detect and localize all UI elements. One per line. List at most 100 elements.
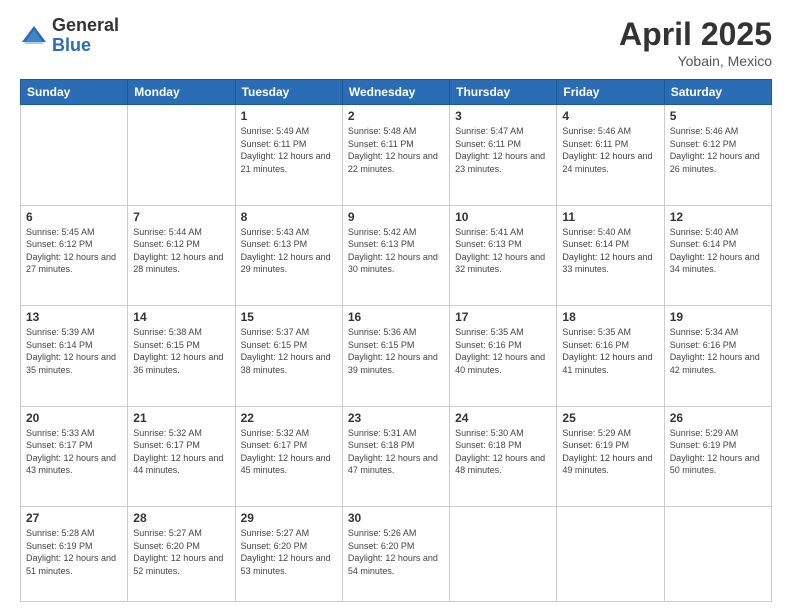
day-info: Sunrise: 5:43 AM Sunset: 6:13 PM Dayligh…	[241, 226, 337, 276]
weekday-header-thursday: Thursday	[450, 80, 557, 105]
day-info: Sunrise: 5:40 AM Sunset: 6:14 PM Dayligh…	[562, 226, 658, 276]
calendar-cell-3-4: 24 Sunrise: 5:30 AM Sunset: 6:18 PM Dayli…	[450, 406, 557, 507]
calendar-cell-3-6: 26 Sunrise: 5:29 AM Sunset: 6:19 PM Dayli…	[664, 406, 771, 507]
day-number: 19	[670, 310, 766, 324]
calendar-cell-1-4: 10Sunrise: 5:41 AM Sunset: 6:13 PM Dayli…	[450, 205, 557, 306]
title-block: April 2025 Yobain, Mexico	[619, 16, 772, 69]
calendar-cell-2-0: 13Sunrise: 5:39 AM Sunset: 6:14 PM Dayli…	[21, 306, 128, 407]
calendar-cell-4-0: 27 Sunrise: 5:28 AM Sunset: 6:19 PM Dayli…	[21, 507, 128, 602]
day-info: Sunrise: 5:48 AM Sunset: 6:11 PM Dayligh…	[348, 125, 444, 175]
day-info: Sunrise: 5:40 AM Sunset: 6:14 PM Dayligh…	[670, 226, 766, 276]
calendar-cell-4-5	[557, 507, 664, 602]
calendar-cell-4-6	[664, 507, 771, 602]
logo: General Blue	[20, 16, 119, 56]
weekday-header-monday: Monday	[128, 80, 235, 105]
day-number: 8	[241, 210, 337, 224]
weekday-header-sunday: Sunday	[21, 80, 128, 105]
calendar-week-2: 13Sunrise: 5:39 AM Sunset: 6:14 PM Dayli…	[21, 306, 772, 407]
logo-blue: Blue	[52, 36, 119, 56]
day-info: Sunrise: 5:32 AM Sunset: 6:17 PM Dayligh…	[241, 427, 337, 477]
day-number: 15	[241, 310, 337, 324]
day-info: Sunrise: 5:42 AM Sunset: 6:13 PM Dayligh…	[348, 226, 444, 276]
day-number: 26	[670, 411, 766, 425]
title-location: Yobain, Mexico	[619, 53, 772, 69]
day-info: Sunrise: 5:36 AM Sunset: 6:15 PM Dayligh…	[348, 326, 444, 376]
calendar-week-3: 20 Sunrise: 5:33 AM Sunset: 6:17 PM Dayli…	[21, 406, 772, 507]
day-info: Sunrise: 5:29 AM Sunset: 6:19 PM Dayligh…	[670, 427, 766, 477]
calendar-cell-4-1: 28 Sunrise: 5:27 AM Sunset: 6:20 PM Dayli…	[128, 507, 235, 602]
calendar-cell-0-0	[21, 105, 128, 206]
day-number: 29	[241, 511, 337, 525]
calendar-cell-3-0: 20 Sunrise: 5:33 AM Sunset: 6:17 PM Dayli…	[21, 406, 128, 507]
day-info: Sunrise: 5:26 AM Sunset: 6:20 PM Dayligh…	[348, 527, 444, 577]
calendar-cell-1-6: 12Sunrise: 5:40 AM Sunset: 6:14 PM Dayli…	[664, 205, 771, 306]
day-number: 21	[133, 411, 229, 425]
day-number: 13	[26, 310, 122, 324]
day-info: Sunrise: 5:32 AM Sunset: 6:17 PM Dayligh…	[133, 427, 229, 477]
day-info: Sunrise: 5:28 AM Sunset: 6:19 PM Dayligh…	[26, 527, 122, 577]
day-info: Sunrise: 5:27 AM Sunset: 6:20 PM Dayligh…	[133, 527, 229, 577]
weekday-header-tuesday: Tuesday	[235, 80, 342, 105]
calendar-cell-0-4: 3 Sunrise: 5:47 AM Sunset: 6:11 PM Daylig…	[450, 105, 557, 206]
day-number: 24	[455, 411, 551, 425]
calendar-cell-2-5: 18 Sunrise: 5:35 AM Sunset: 6:16 PM Dayli…	[557, 306, 664, 407]
day-number: 20	[26, 411, 122, 425]
day-info: Sunrise: 5:31 AM Sunset: 6:18 PM Dayligh…	[348, 427, 444, 477]
weekday-header-wednesday: Wednesday	[342, 80, 449, 105]
day-number: 16	[348, 310, 444, 324]
day-number: 6	[26, 210, 122, 224]
day-number: 3	[455, 109, 551, 123]
calendar-cell-3-2: 22 Sunrise: 5:32 AM Sunset: 6:17 PM Dayli…	[235, 406, 342, 507]
day-info: Sunrise: 5:35 AM Sunset: 6:16 PM Dayligh…	[562, 326, 658, 376]
calendar-table: SundayMondayTuesdayWednesdayThursdayFrid…	[20, 79, 772, 602]
day-number: 22	[241, 411, 337, 425]
calendar-cell-4-4	[450, 507, 557, 602]
day-number: 18	[562, 310, 658, 324]
day-info: Sunrise: 5:44 AM Sunset: 6:12 PM Dayligh…	[133, 226, 229, 276]
calendar-cell-1-2: 8 Sunrise: 5:43 AM Sunset: 6:13 PM Daylig…	[235, 205, 342, 306]
day-info: Sunrise: 5:47 AM Sunset: 6:11 PM Dayligh…	[455, 125, 551, 175]
day-info: Sunrise: 5:35 AM Sunset: 6:16 PM Dayligh…	[455, 326, 551, 376]
calendar-cell-1-0: 6Sunrise: 5:45 AM Sunset: 6:12 PM Daylig…	[21, 205, 128, 306]
page: General Blue April 2025 Yobain, Mexico S…	[0, 0, 792, 612]
day-number: 10	[455, 210, 551, 224]
day-info: Sunrise: 5:46 AM Sunset: 6:11 PM Dayligh…	[562, 125, 658, 175]
calendar-cell-0-5: 4 Sunrise: 5:46 AM Sunset: 6:11 PM Daylig…	[557, 105, 664, 206]
calendar-cell-0-1	[128, 105, 235, 206]
logo-icon	[20, 22, 48, 50]
calendar-cell-3-3: 23Sunrise: 5:31 AM Sunset: 6:18 PM Dayli…	[342, 406, 449, 507]
calendar-cell-2-6: 19 Sunrise: 5:34 AM Sunset: 6:16 PM Dayli…	[664, 306, 771, 407]
day-number: 7	[133, 210, 229, 224]
calendar-cell-1-5: 11Sunrise: 5:40 AM Sunset: 6:14 PM Dayli…	[557, 205, 664, 306]
day-info: Sunrise: 5:29 AM Sunset: 6:19 PM Dayligh…	[562, 427, 658, 477]
calendar-cell-2-2: 15 Sunrise: 5:37 AM Sunset: 6:15 PM Dayli…	[235, 306, 342, 407]
day-number: 27	[26, 511, 122, 525]
day-info: Sunrise: 5:27 AM Sunset: 6:20 PM Dayligh…	[241, 527, 337, 577]
day-info: Sunrise: 5:49 AM Sunset: 6:11 PM Dayligh…	[241, 125, 337, 175]
header: General Blue April 2025 Yobain, Mexico	[20, 16, 772, 69]
weekday-header-saturday: Saturday	[664, 80, 771, 105]
weekday-header-row: SundayMondayTuesdayWednesdayThursdayFrid…	[21, 80, 772, 105]
day-info: Sunrise: 5:33 AM Sunset: 6:17 PM Dayligh…	[26, 427, 122, 477]
day-info: Sunrise: 5:37 AM Sunset: 6:15 PM Dayligh…	[241, 326, 337, 376]
calendar-week-4: 27 Sunrise: 5:28 AM Sunset: 6:19 PM Dayli…	[21, 507, 772, 602]
day-info: Sunrise: 5:30 AM Sunset: 6:18 PM Dayligh…	[455, 427, 551, 477]
calendar-cell-1-3: 9Sunrise: 5:42 AM Sunset: 6:13 PM Daylig…	[342, 205, 449, 306]
day-number: 30	[348, 511, 444, 525]
calendar-cell-0-6: 5Sunrise: 5:46 AM Sunset: 6:12 PM Daylig…	[664, 105, 771, 206]
day-number: 1	[241, 109, 337, 123]
calendar-cell-1-1: 7 Sunrise: 5:44 AM Sunset: 6:12 PM Daylig…	[128, 205, 235, 306]
day-number: 2	[348, 109, 444, 123]
logo-general: General	[52, 16, 119, 36]
logo-text: General Blue	[52, 16, 119, 56]
day-number: 4	[562, 109, 658, 123]
calendar-cell-0-2: 1 Sunrise: 5:49 AM Sunset: 6:11 PM Daylig…	[235, 105, 342, 206]
day-number: 17	[455, 310, 551, 324]
calendar-cell-3-1: 21 Sunrise: 5:32 AM Sunset: 6:17 PM Dayli…	[128, 406, 235, 507]
calendar-cell-4-3: 30 Sunrise: 5:26 AM Sunset: 6:20 PM Dayli…	[342, 507, 449, 602]
calendar-week-0: 1 Sunrise: 5:49 AM Sunset: 6:11 PM Daylig…	[21, 105, 772, 206]
calendar-cell-3-5: 25Sunrise: 5:29 AM Sunset: 6:19 PM Dayli…	[557, 406, 664, 507]
day-info: Sunrise: 5:34 AM Sunset: 6:16 PM Dayligh…	[670, 326, 766, 376]
weekday-header-friday: Friday	[557, 80, 664, 105]
day-number: 28	[133, 511, 229, 525]
